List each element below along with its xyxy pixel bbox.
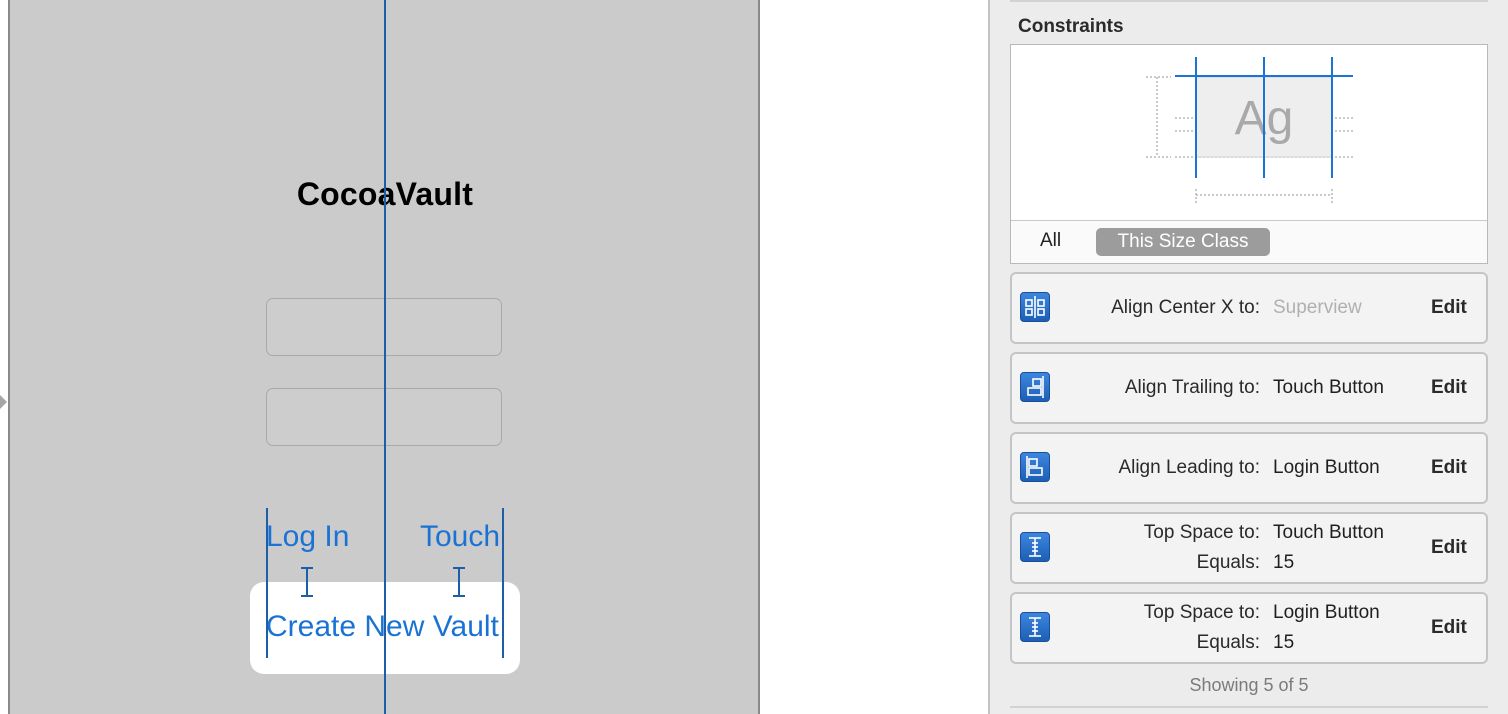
constraint-label: Align Trailing to:: [1124, 377, 1260, 398]
login-button[interactable]: Log In: [266, 520, 349, 554]
touch-button[interactable]: Touch: [420, 520, 500, 554]
edit-constraint-button[interactable]: Edit: [1431, 537, 1467, 559]
constraint-constant-value: 15: [1273, 552, 1295, 573]
constraint-constant-label: Equals:: [1196, 552, 1260, 573]
constraint-preview-diagram: Ag: [1146, 57, 1353, 203]
tab-all[interactable]: All: [1040, 230, 1061, 252]
divider: [1010, 706, 1488, 708]
constraint-label: Align Leading to:: [1118, 457, 1260, 478]
edit-constraint-button[interactable]: Edit: [1431, 297, 1467, 319]
constraint-target: Login Button: [1273, 602, 1380, 623]
trailing-guide-line: [502, 508, 504, 658]
edit-constraint-button[interactable]: Edit: [1431, 617, 1467, 639]
create-new-vault-button[interactable]: Create New Vault: [266, 610, 499, 644]
constraints-count-label: Showing 5 of 5: [1189, 675, 1309, 695]
scene-entry-arrow-icon: [0, 395, 7, 409]
constraints-section-title: Constraints: [1018, 16, 1124, 37]
edit-constraint-button[interactable]: Edit: [1431, 377, 1467, 399]
constraint-label: Top Space to:: [1143, 522, 1260, 543]
constraint-constant-label: Equals:: [1196, 632, 1260, 653]
constraint-target: Touch Button: [1273, 377, 1384, 398]
constraint-target: Touch Button: [1273, 522, 1384, 543]
edit-constraint-button[interactable]: Edit: [1431, 457, 1467, 479]
center-x-guide-line: [384, 0, 386, 714]
spacing-constraint-login-icon[interactable]: [301, 567, 313, 597]
tab-this-size-class[interactable]: This Size Class: [1096, 228, 1270, 256]
spacing-constraint-touch-icon[interactable]: [453, 567, 465, 597]
constraint-constant-value: 15: [1273, 632, 1295, 653]
constraint-label: Align Center X to:: [1111, 297, 1260, 318]
leading-guide-line: [266, 508, 268, 658]
constraint-target: Superview: [1273, 297, 1362, 318]
constraint-target: Login Button: [1273, 457, 1380, 478]
constraint-label: Top Space to:: [1143, 602, 1260, 623]
divider: [1010, 0, 1488, 2]
